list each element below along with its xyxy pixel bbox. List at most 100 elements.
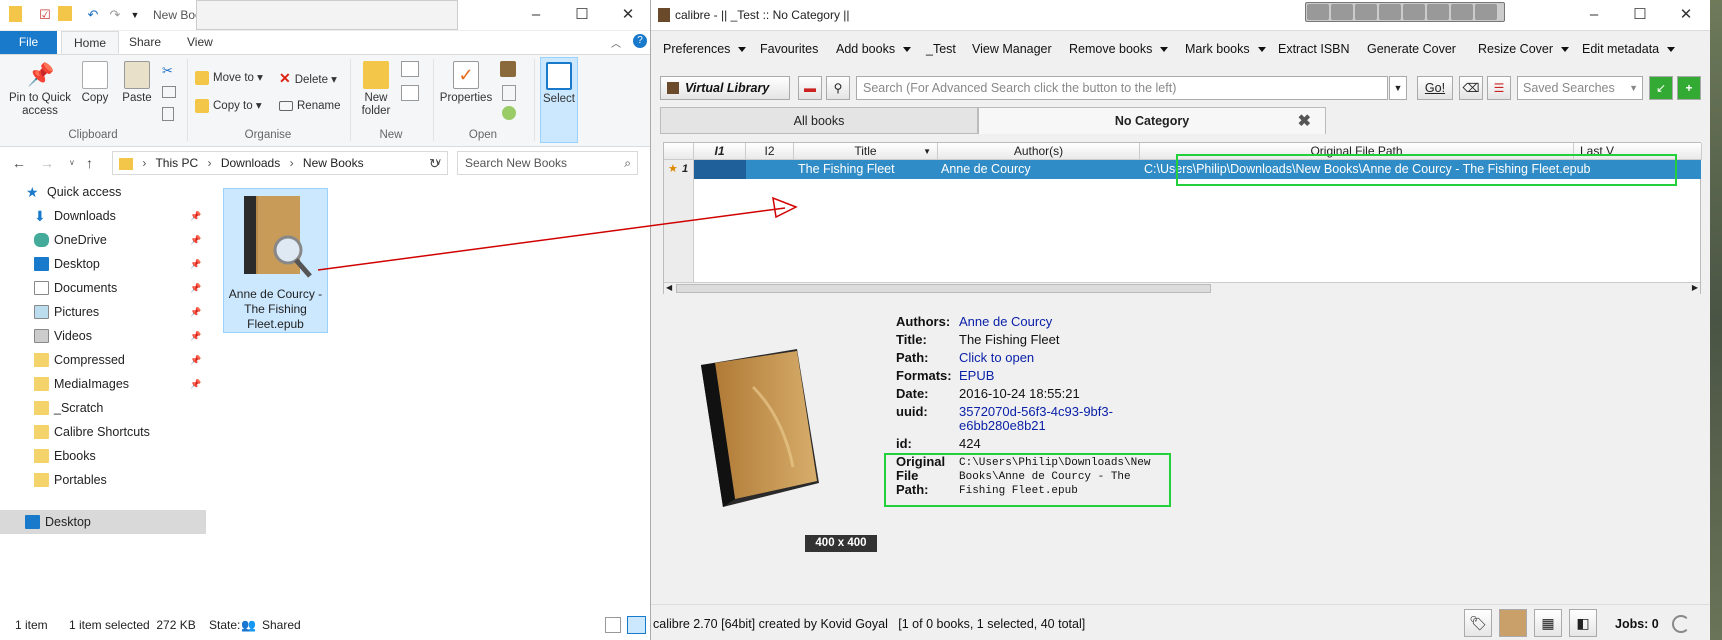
toolbar-icon[interactable] — [1331, 4, 1353, 20]
menu-mark-books[interactable]: Mark books — [1185, 42, 1266, 56]
address-bar[interactable]: › This PC › Downloads › New Books ∨ — [112, 151, 448, 175]
move-to-button[interactable]: Move to ▾ — [195, 70, 263, 86]
tab-file[interactable]: File — [0, 31, 57, 54]
save-search-icon[interactable]: ↙ — [1649, 76, 1673, 100]
clear-vl-button[interactable]: ▬ — [798, 76, 822, 100]
new-folder-button[interactable]: New folder — [356, 61, 396, 118]
tab-view[interactable]: View — [175, 31, 225, 54]
back-icon[interactable]: ← — [12, 155, 26, 171]
nav-desktop[interactable]: Desktop 📌 — [0, 252, 206, 276]
nav-compressed[interactable]: Compressed 📌 — [0, 348, 206, 372]
toolbar-icon[interactable] — [1355, 4, 1377, 20]
add-search-icon[interactable]: + — [1677, 76, 1701, 100]
forward-icon[interactable]: → — [40, 155, 54, 171]
menu-edit-metadata[interactable]: Edit metadata — [1582, 42, 1676, 56]
close-tab-icon[interactable]: ✖ — [1298, 108, 1311, 135]
scrollbar-thumb[interactable] — [676, 284, 1211, 293]
go-button[interactable]: Go! — [1417, 76, 1453, 100]
cut-icon[interactable]: ✂ — [162, 63, 173, 79]
copy-button[interactable]: Copy — [78, 61, 112, 105]
help-icon[interactable]: ? — [633, 34, 647, 48]
nav-calibre-shortcuts[interactable]: Calibre Shortcuts — [0, 420, 206, 444]
nav-pictures[interactable]: Pictures 📌 — [0, 300, 206, 324]
tab-no-category[interactable]: No Category ✖ — [978, 107, 1326, 134]
saved-searches-select[interactable]: Saved Searches ▼ — [1517, 76, 1643, 100]
menu-preferences[interactable]: Preferences — [663, 42, 747, 56]
formats-link[interactable]: EPUB — [959, 368, 994, 383]
details-view-icon[interactable] — [605, 617, 621, 633]
undo-icon[interactable]: ↶ — [84, 6, 102, 24]
maximize-button[interactable]: ☐ — [559, 0, 605, 31]
copy-path-icon[interactable] — [162, 86, 176, 98]
horizontal-scrollbar[interactable]: ◀ ▶ — [664, 282, 1700, 294]
nav-quick-access[interactable]: ★ Quick access — [0, 180, 206, 204]
new-item-icon[interactable] — [401, 61, 419, 77]
minimize-button[interactable]: – — [513, 0, 559, 31]
nav-onedrive[interactable]: OneDrive 📌 — [0, 228, 206, 252]
menu-extract-isbn[interactable]: Extract ISBN — [1278, 42, 1350, 56]
pin-quick-access-button[interactable]: 📌 Pin to Quick access — [6, 61, 74, 118]
delete-button[interactable]: ✕ Delete ▾ — [279, 70, 337, 88]
history-icon[interactable] — [502, 106, 516, 120]
cover-browser-icon[interactable]: ◧ — [1569, 609, 1597, 637]
minimize-button[interactable]: – — [1571, 0, 1617, 31]
highlight-toggle-icon[interactable]: ☰ — [1487, 76, 1511, 100]
redo-icon[interactable]: ↷ — [106, 6, 124, 24]
menu-favourites[interactable]: Favourites — [760, 42, 818, 56]
large-icons-view-icon[interactable] — [627, 616, 646, 634]
open-icon[interactable] — [500, 61, 516, 77]
tab-home[interactable]: Home — [61, 31, 120, 54]
file-item-epub[interactable]: Anne de Courcy - The Fishing Fleet.epub — [223, 188, 328, 333]
close-button[interactable]: ✕ — [605, 0, 650, 31]
toolbar-icon[interactable] — [1403, 4, 1425, 20]
nav-downloads[interactable]: ⬇ Downloads 📌 — [0, 204, 206, 228]
customize-toolbar-icon[interactable]: ▼ — [126, 6, 144, 24]
scroll-left-icon[interactable]: ◀ — [666, 283, 672, 292]
properties-button[interactable]: ✓ Properties — [438, 61, 494, 105]
nav-videos[interactable]: Videos 📌 — [0, 324, 206, 348]
tab-share[interactable]: Share — [117, 31, 173, 54]
select-button[interactable]: Select — [540, 57, 578, 143]
tab-all-books[interactable]: All books — [660, 107, 978, 134]
column-header-i2[interactable]: I2 — [746, 143, 794, 160]
collapse-ribbon-icon[interactable]: ︿ — [611, 35, 621, 50]
paste-button[interactable]: Paste — [118, 61, 156, 105]
breadcrumb-this-pc[interactable]: This PC — [155, 156, 198, 170]
close-button[interactable]: ✕ — [1663, 0, 1709, 31]
easy-access-icon[interactable] — [401, 85, 419, 101]
clear-search-icon[interactable]: ⌫ — [1459, 76, 1483, 100]
breadcrumb-downloads[interactable]: Downloads — [221, 156, 280, 170]
search-input[interactable]: Search New Books ⌕ — [457, 151, 638, 175]
advanced-search-icon[interactable]: ⚲ — [826, 76, 850, 100]
path-link[interactable]: Click to open — [959, 350, 1034, 365]
breadcrumb-new-books[interactable]: New Books — [303, 156, 364, 170]
new-folder-icon[interactable] — [58, 6, 72, 21]
toolbar-icon[interactable] — [1427, 4, 1449, 20]
uuid-value-line2[interactable]: e6bb280e8b21 — [959, 418, 1046, 433]
nav-portables[interactable]: Portables — [0, 468, 206, 492]
column-header-i1[interactable]: I1 — [694, 143, 746, 160]
up-icon[interactable]: ↑ — [86, 155, 93, 171]
jobs-indicator[interactable]: Jobs: 0 — [1615, 617, 1659, 631]
toolbar-icon[interactable] — [1379, 4, 1401, 20]
menu-generate-cover[interactable]: Generate Cover — [1367, 42, 1456, 56]
nav-documents[interactable]: Documents 📌 — [0, 276, 206, 300]
menu-add-books[interactable]: Add books — [836, 42, 912, 56]
menu-resize-cover[interactable]: Resize Cover — [1478, 42, 1570, 56]
copy-to-button[interactable]: Copy to ▾ — [195, 98, 262, 114]
paste-shortcut-icon[interactable] — [162, 107, 174, 121]
menu-remove-books[interactable]: Remove books — [1069, 42, 1169, 56]
menu-view-manager[interactable]: View Manager — [972, 42, 1052, 56]
recent-locations-icon[interactable]: ∨ — [69, 158, 75, 167]
maximize-button[interactable]: ☐ — [1617, 0, 1663, 31]
uuid-value-line1[interactable]: 3572070d-56f3-4c93-9bf3- — [959, 404, 1113, 419]
toolbar-icon[interactable] — [1475, 4, 1497, 20]
edit-icon[interactable] — [502, 85, 516, 101]
scroll-right-icon[interactable]: ▶ — [1692, 283, 1698, 292]
menu-test[interactable]: _Test — [926, 42, 956, 56]
book-details-icon[interactable] — [1499, 609, 1527, 637]
properties-icon[interactable]: ☑ — [36, 6, 54, 24]
virtual-library-button[interactable]: Virtual Library — [660, 76, 790, 100]
refresh-icon[interactable]: ↻ — [429, 156, 440, 172]
column-header-authors[interactable]: Author(s) — [938, 143, 1140, 160]
